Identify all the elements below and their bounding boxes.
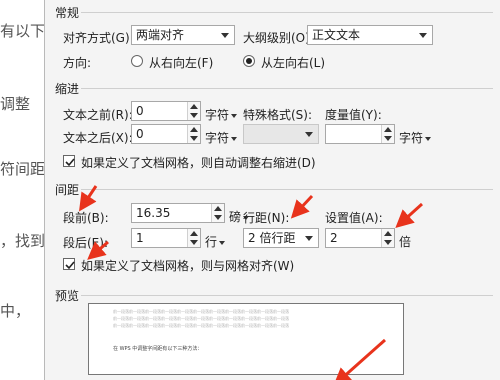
annotation-arrow-set-value (395, 202, 424, 229)
annotation-arrow-space-after (87, 240, 109, 260)
annotation-arrow-line-spacing (290, 194, 314, 219)
annotation-arrows (79, 185, 424, 380)
annotation-arrow-preview (333, 338, 386, 380)
annotation-arrow-space-before (79, 185, 98, 212)
